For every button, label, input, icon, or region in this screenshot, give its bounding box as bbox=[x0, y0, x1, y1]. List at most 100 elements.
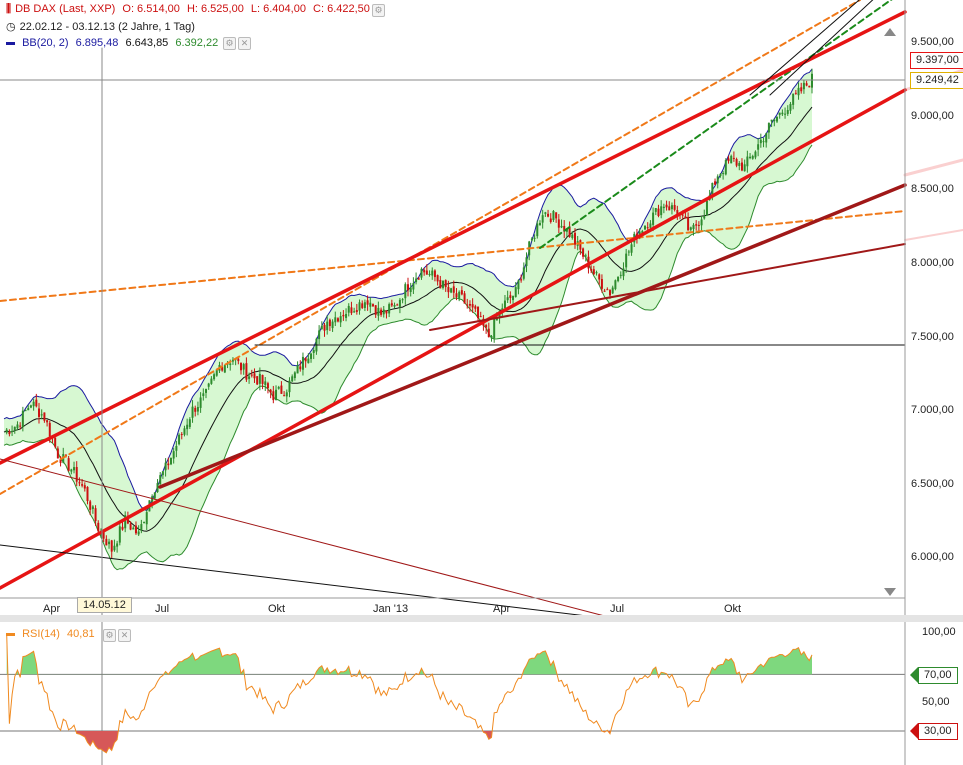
candle-body bbox=[340, 316, 342, 322]
candle-body bbox=[14, 427, 16, 431]
candle-body bbox=[738, 163, 740, 166]
price-chart[interactable] bbox=[0, 0, 963, 765]
candle-body bbox=[288, 381, 290, 392]
y-tick-label: 7.500,00 bbox=[911, 331, 954, 343]
candle-body bbox=[490, 336, 492, 338]
candle-body bbox=[353, 311, 355, 312]
candle-body bbox=[404, 284, 406, 298]
candle-body bbox=[324, 325, 326, 331]
candle-body bbox=[245, 363, 247, 379]
candle-body bbox=[429, 274, 431, 275]
candle-body bbox=[800, 87, 802, 91]
candle-body bbox=[792, 94, 794, 105]
candle-body bbox=[668, 206, 670, 210]
candle-body bbox=[216, 370, 218, 376]
candle-body bbox=[205, 389, 207, 393]
scroll-down-icon[interactable] bbox=[884, 588, 896, 596]
candle-body bbox=[297, 365, 299, 373]
candle-body bbox=[534, 238, 536, 239]
candle-body bbox=[369, 303, 371, 307]
candle-body bbox=[558, 219, 560, 227]
candle-body bbox=[33, 402, 35, 406]
candle-body bbox=[146, 512, 148, 524]
rsi-level-tag: 70,00 bbox=[918, 667, 958, 684]
candle-body bbox=[706, 201, 708, 216]
candle-body bbox=[313, 350, 315, 353]
candle-body bbox=[399, 300, 401, 307]
x-tick-label: Okt bbox=[724, 603, 741, 615]
candle-body bbox=[213, 374, 215, 379]
candle-body bbox=[701, 219, 703, 225]
candle-body bbox=[561, 226, 563, 227]
candle-body bbox=[585, 255, 587, 256]
candle-body bbox=[431, 271, 433, 276]
candle-body bbox=[776, 117, 778, 122]
candle-body bbox=[488, 329, 490, 337]
candle-body bbox=[741, 163, 743, 171]
candle-body bbox=[132, 528, 134, 530]
candle-body bbox=[183, 428, 185, 434]
candle-body bbox=[140, 524, 142, 530]
trendline-black bbox=[750, 0, 905, 95]
candle-body bbox=[307, 359, 309, 364]
rsi-oversold-fill bbox=[7, 635, 812, 753]
candle-body bbox=[631, 244, 633, 252]
candle-body bbox=[259, 374, 261, 384]
candle-body bbox=[135, 526, 137, 534]
candle-body bbox=[771, 120, 773, 122]
candle-body bbox=[480, 316, 482, 317]
candle-body bbox=[310, 354, 312, 359]
candle-body bbox=[407, 284, 409, 290]
settings-icon[interactable]: ⚙ bbox=[103, 629, 116, 642]
candle-body bbox=[243, 364, 245, 370]
candle-body bbox=[647, 227, 649, 228]
candle-body bbox=[305, 358, 307, 361]
candle-body bbox=[719, 174, 721, 176]
candle-body bbox=[326, 322, 328, 330]
candle-body bbox=[582, 248, 584, 256]
candle-body bbox=[116, 543, 118, 546]
candle-body bbox=[291, 376, 293, 381]
candle-body bbox=[450, 288, 452, 292]
candle-body bbox=[178, 435, 180, 444]
x-tick-label: Jan '13 bbox=[373, 603, 408, 615]
candle-body bbox=[105, 539, 107, 546]
close-icon[interactable]: ✕ bbox=[118, 629, 131, 642]
candle-body bbox=[571, 235, 573, 238]
candle-body bbox=[808, 86, 810, 88]
x-tick-label: Apr bbox=[493, 603, 510, 615]
candle-body bbox=[240, 363, 242, 370]
candle-body bbox=[27, 408, 29, 410]
y-tick-label: 9.500,00 bbox=[911, 36, 954, 48]
candle-body bbox=[275, 390, 277, 400]
candle-body bbox=[97, 523, 99, 531]
candle-body bbox=[270, 390, 272, 393]
candle-body bbox=[262, 375, 264, 384]
candle-body bbox=[359, 302, 361, 310]
candle-body bbox=[46, 420, 48, 422]
candle-body bbox=[628, 252, 630, 253]
candle-body bbox=[690, 227, 692, 229]
candle-body bbox=[526, 257, 528, 266]
candle-body bbox=[402, 299, 404, 300]
candle-body bbox=[248, 376, 250, 379]
candle-body bbox=[509, 295, 511, 298]
candle-body bbox=[86, 487, 88, 501]
candle-body bbox=[733, 158, 735, 159]
candle-body bbox=[54, 438, 56, 447]
candle-body bbox=[283, 395, 285, 396]
candle-body bbox=[377, 308, 379, 316]
candle-body bbox=[200, 397, 202, 407]
rsi-overbought-fill bbox=[7, 635, 812, 753]
x-tick-label: Jul bbox=[610, 603, 624, 615]
candle-body bbox=[119, 526, 121, 542]
candle-body bbox=[138, 532, 140, 535]
candle-body bbox=[286, 392, 288, 396]
candle-body bbox=[765, 133, 767, 142]
tag-pointer-icon bbox=[910, 667, 918, 683]
crosshair-date: 14.05.12 bbox=[77, 597, 132, 613]
candle-body bbox=[728, 158, 730, 161]
scroll-up-icon[interactable] bbox=[884, 28, 896, 36]
chart-window: ⫼DB DAX (Last, XXP) O: 6.514,00 H: 6.525… bbox=[0, 0, 963, 765]
candle-body bbox=[779, 113, 781, 115]
